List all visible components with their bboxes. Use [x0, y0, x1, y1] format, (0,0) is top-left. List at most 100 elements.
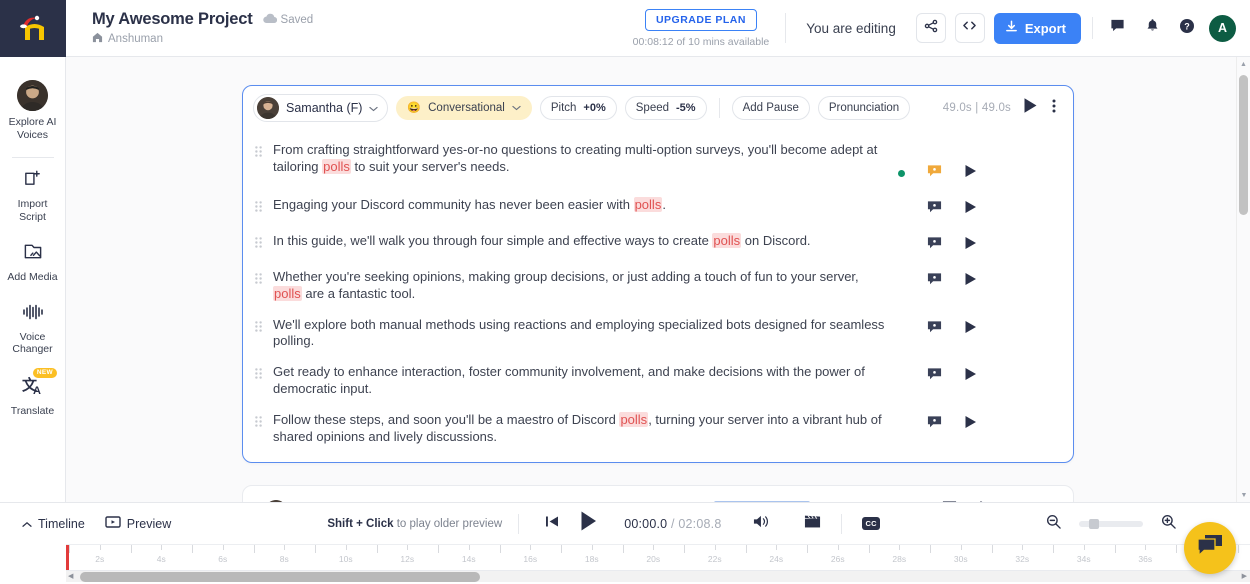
- row-comment-button[interactable]: [927, 164, 942, 183]
- script-text[interactable]: Get ready to enhance interaction, foster…: [273, 360, 898, 398]
- script-text[interactable]: In this guide, we'll walk you through fo…: [273, 229, 898, 250]
- script-block-active: Samantha (F) 😀 Conversational: [242, 85, 1074, 463]
- text-fragment: In this guide, we'll walk you through fo…: [273, 233, 712, 248]
- scroll-up-arrow-icon[interactable]: ▲: [1237, 57, 1250, 71]
- status-dot: [898, 170, 905, 177]
- row-actions: [898, 360, 977, 386]
- share-button[interactable]: [916, 13, 946, 43]
- sidebar-item-voice-changer[interactable]: Voice Changer: [0, 294, 66, 366]
- sidebar-item-import-script[interactable]: Import Script: [0, 160, 66, 233]
- help-button[interactable]: ?: [1174, 15, 1200, 41]
- embed-code-button[interactable]: [955, 13, 985, 43]
- zoom-in-button[interactable]: [1151, 514, 1186, 534]
- export-button[interactable]: Export: [994, 13, 1081, 44]
- zoom-slider-knob[interactable]: [1089, 519, 1099, 529]
- zoom-out-button[interactable]: [1036, 514, 1071, 534]
- scrollbar-thumb[interactable]: [1239, 75, 1248, 215]
- timeline-ruler[interactable]: 2s4s6s8s10s12s14s16s18s20s22s24s26s28s30…: [66, 544, 1250, 570]
- captions-button[interactable]: CC: [852, 517, 889, 530]
- scroll-down-arrow-icon[interactable]: ▼: [1237, 488, 1250, 502]
- skip-to-start-button[interactable]: [535, 515, 569, 533]
- script-text[interactable]: Engaging your Discord community has neve…: [317, 498, 942, 502]
- plan-box: UPGRADE PLAN 00:08:12 of 10 mins availab…: [633, 0, 786, 56]
- row-comment-button[interactable]: [942, 500, 957, 502]
- script-row: Get ready to enhance interaction, foster…: [243, 355, 1073, 403]
- preview-button[interactable]: Preview: [95, 515, 181, 533]
- upgrade-plan-button[interactable]: UPGRADE PLAN: [645, 9, 757, 31]
- ruler-tick-label: 28s: [892, 554, 906, 564]
- drag-handle[interactable]: [243, 265, 273, 284]
- row-play-button[interactable]: [964, 367, 977, 386]
- scroll-right-arrow-icon[interactable]: ▶: [1242, 572, 1247, 580]
- scroll-left-arrow-icon[interactable]: ◀: [68, 572, 73, 580]
- script-canvas: Samantha (F) 😀 Conversational: [66, 57, 1250, 502]
- ruler-tick: [500, 545, 501, 553]
- row-comment-button[interactable]: [927, 367, 942, 386]
- zoom-slider[interactable]: [1079, 521, 1143, 527]
- drag-handle[interactable]: [243, 313, 273, 332]
- block-more-button[interactable]: [1050, 98, 1061, 117]
- drag-handle[interactable]: [243, 138, 273, 157]
- script-text[interactable]: Whether you're seeking opinions, making …: [273, 265, 898, 303]
- row-comment-button[interactable]: [927, 236, 942, 255]
- avatar[interactable]: A: [1209, 15, 1236, 42]
- canvas-inner: Samantha (F) 😀 Conversational: [66, 57, 1250, 502]
- ruler-tick-minor: [1084, 545, 1085, 550]
- row-comment-button[interactable]: [927, 200, 942, 219]
- speed-control[interactable]: Speed -5%: [625, 96, 707, 120]
- play-icon: [579, 510, 598, 537]
- bell-icon: [1145, 18, 1160, 38]
- voice-name-label: Samantha (F): [286, 101, 362, 115]
- text-fragment: .: [662, 197, 666, 212]
- drag-handle[interactable]: [243, 360, 273, 379]
- drag-handle[interactable]: [287, 498, 317, 502]
- row-play-button[interactable]: [964, 272, 977, 291]
- ruler-tick-label: 24s: [769, 554, 783, 564]
- sidebar-item-label: Voice Changer: [12, 331, 52, 356]
- row-play-button[interactable]: [964, 236, 977, 255]
- row-play-button[interactable]: [964, 415, 977, 434]
- script-text[interactable]: Follow these steps, and soon you'll be a…: [273, 408, 898, 446]
- drag-handle[interactable]: [243, 229, 273, 248]
- timeline-scrollbar-thumb[interactable]: [80, 572, 480, 582]
- clapperboard-button[interactable]: [794, 514, 831, 534]
- row-comment-button[interactable]: [927, 415, 942, 434]
- pause-tag[interactable]: [pause medium]: [714, 501, 811, 502]
- row-play-button[interactable]: [979, 500, 992, 502]
- volume-button[interactable]: [743, 514, 780, 534]
- script-text[interactable]: We'll explore both manual methods using …: [273, 313, 898, 351]
- notifications-button[interactable]: [1139, 15, 1165, 41]
- breadcrumb[interactable]: Anshuman: [92, 32, 313, 46]
- app-logo[interactable]: [0, 0, 66, 57]
- script-text[interactable]: Engaging your Discord community has neve…: [273, 193, 898, 214]
- drag-handle[interactable]: [243, 193, 273, 212]
- pronunciation-button[interactable]: Pronunciation: [818, 96, 910, 120]
- tone-selector[interactable]: 😀 Conversational: [396, 96, 531, 120]
- sidebar-item-add-media[interactable]: Add Media: [0, 233, 66, 294]
- row-comment-button[interactable]: [927, 272, 942, 291]
- canvas-scrollbar[interactable]: ▲ ▼: [1236, 57, 1250, 502]
- row-play-button[interactable]: [964, 320, 977, 339]
- chat-support-button[interactable]: [1184, 522, 1236, 574]
- add-pause-button[interactable]: Add Pause: [732, 96, 810, 120]
- sidebar-item-translate[interactable]: NEW 文A Translate: [0, 366, 66, 428]
- row-comment-button[interactable]: [927, 320, 942, 339]
- svg-text:?: ?: [1184, 21, 1190, 31]
- row-play-button[interactable]: [964, 200, 977, 219]
- script-text[interactable]: From crafting straightforward yes-or-no …: [273, 138, 898, 176]
- voice-selector[interactable]: Samantha (F): [253, 94, 388, 122]
- block-play-button[interactable]: [1019, 97, 1042, 119]
- minutes-available-label: 00:08:12 of 10 mins available: [633, 36, 770, 48]
- drag-handle[interactable]: [243, 408, 273, 427]
- play-button[interactable]: [569, 510, 608, 537]
- timeline-toggle-button[interactable]: Timeline: [12, 517, 95, 531]
- ruler-tick-minor: [1022, 545, 1023, 550]
- comments-button[interactable]: [1104, 15, 1130, 41]
- cloud-icon: [263, 13, 277, 27]
- row-play-button[interactable]: [964, 164, 977, 183]
- sidebar-item-explore-ai-voices[interactable]: Explore AI Voices: [0, 71, 66, 151]
- divider: [1092, 17, 1093, 39]
- timeline-scrollbar[interactable]: ◀ ▶: [66, 570, 1250, 582]
- row-actions: [898, 138, 977, 183]
- pitch-control[interactable]: Pitch +0%: [540, 96, 617, 120]
